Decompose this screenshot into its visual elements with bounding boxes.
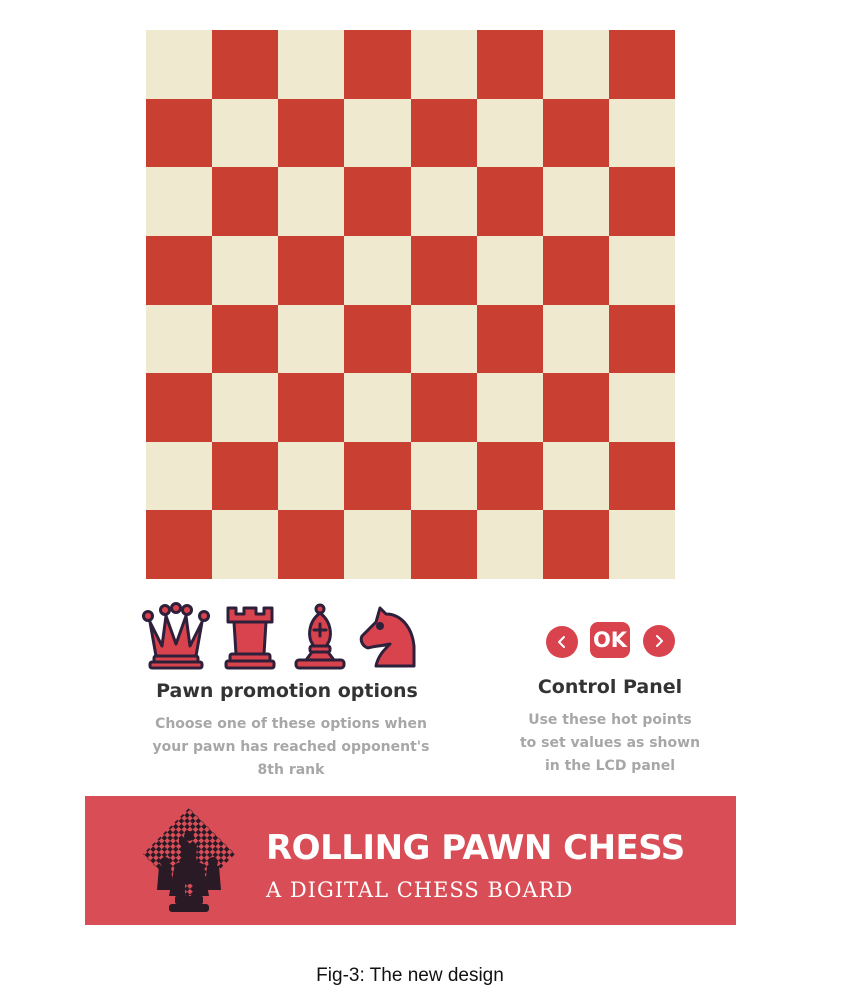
queen-icon[interactable] (140, 602, 212, 670)
board-square[interactable] (278, 98, 345, 168)
title-banner: ROLLING PAWN CHESS A DIGITAL CHESS BOARD (85, 796, 736, 925)
bishop-icon[interactable] (290, 602, 350, 670)
board-square[interactable] (542, 304, 609, 374)
board-square[interactable] (344, 510, 411, 579)
board-square[interactable] (608, 510, 675, 579)
board-square[interactable] (476, 30, 543, 99)
board-square[interactable] (608, 167, 675, 236)
rook-icon[interactable] (220, 602, 280, 670)
board-square[interactable] (608, 441, 675, 511)
board-square[interactable] (278, 441, 345, 511)
board-square[interactable] (608, 98, 675, 168)
board-square[interactable] (608, 30, 675, 99)
board-square[interactable] (212, 167, 279, 236)
board-square[interactable] (410, 167, 477, 236)
board-square[interactable] (476, 373, 543, 442)
banner-subtitle: A DIGITAL CHESS BOARD (266, 878, 574, 902)
figure-caption: Fig-3: The new design (316, 965, 504, 986)
board-square[interactable] (476, 167, 543, 236)
board-square[interactable] (410, 304, 477, 374)
board-square[interactable] (344, 167, 411, 236)
board-square[interactable] (146, 98, 213, 168)
board-square[interactable] (146, 235, 213, 305)
board-square[interactable] (146, 304, 213, 374)
board-square[interactable] (212, 30, 279, 99)
board-square[interactable] (344, 30, 411, 99)
control-panel-description: Use these hot points to set values as sh… (519, 712, 701, 774)
board-square[interactable] (212, 510, 279, 579)
board-square[interactable] (542, 235, 609, 305)
board-square[interactable] (146, 30, 213, 99)
board-square[interactable] (476, 98, 543, 168)
board-square[interactable] (608, 235, 675, 305)
board-square[interactable] (542, 510, 609, 579)
board-square[interactable] (410, 235, 477, 305)
board-square[interactable] (146, 441, 213, 511)
chess-logo-icon (143, 808, 235, 912)
chevron-left-icon (558, 636, 565, 648)
board-square[interactable] (278, 235, 345, 305)
ok-button[interactable]: OK (590, 622, 630, 658)
board-square[interactable] (476, 235, 543, 305)
board-square[interactable] (542, 30, 609, 99)
board-square[interactable] (410, 30, 477, 99)
board-square[interactable] (344, 235, 411, 305)
board-square[interactable] (476, 441, 543, 511)
board-square[interactable] (410, 373, 477, 442)
control-panel-title: Control Panel (537, 676, 683, 698)
board-square[interactable] (344, 373, 411, 442)
board-square[interactable] (476, 510, 543, 579)
board-square[interactable] (278, 304, 345, 374)
chess-board (146, 30, 675, 579)
board-square[interactable] (542, 373, 609, 442)
board-square[interactable] (608, 304, 675, 374)
board-square[interactable] (410, 441, 477, 511)
board-square[interactable] (542, 441, 609, 511)
board-square[interactable] (410, 98, 477, 168)
board-square[interactable] (344, 98, 411, 168)
board-square[interactable] (542, 98, 609, 168)
board-square[interactable] (212, 98, 279, 168)
board-square[interactable] (212, 373, 279, 442)
board-square[interactable] (278, 30, 345, 99)
board-square[interactable] (542, 167, 609, 236)
prev-button[interactable] (546, 626, 578, 658)
knight-icon[interactable] (356, 602, 422, 670)
promotion-options (140, 602, 422, 672)
board-square[interactable] (278, 167, 345, 236)
promotion-description: Choose one of these options when your pa… (152, 716, 430, 778)
board-square[interactable] (344, 441, 411, 511)
board-square[interactable] (410, 510, 477, 579)
board-square[interactable] (212, 235, 279, 305)
board-square[interactable] (278, 510, 345, 579)
next-button[interactable] (643, 625, 675, 657)
board-square[interactable] (146, 167, 213, 236)
board-square[interactable] (476, 304, 543, 374)
board-square[interactable] (146, 373, 213, 442)
chevron-right-icon (656, 635, 663, 647)
board-square[interactable] (146, 510, 213, 579)
board-square[interactable] (608, 373, 675, 442)
board-square[interactable] (278, 373, 345, 442)
board-square[interactable] (212, 304, 279, 374)
board-square[interactable] (344, 304, 411, 374)
promotion-title: Pawn promotion options (156, 680, 418, 702)
board-square[interactable] (212, 441, 279, 511)
banner-title: ROLLING PAWN CHESS (266, 828, 685, 868)
